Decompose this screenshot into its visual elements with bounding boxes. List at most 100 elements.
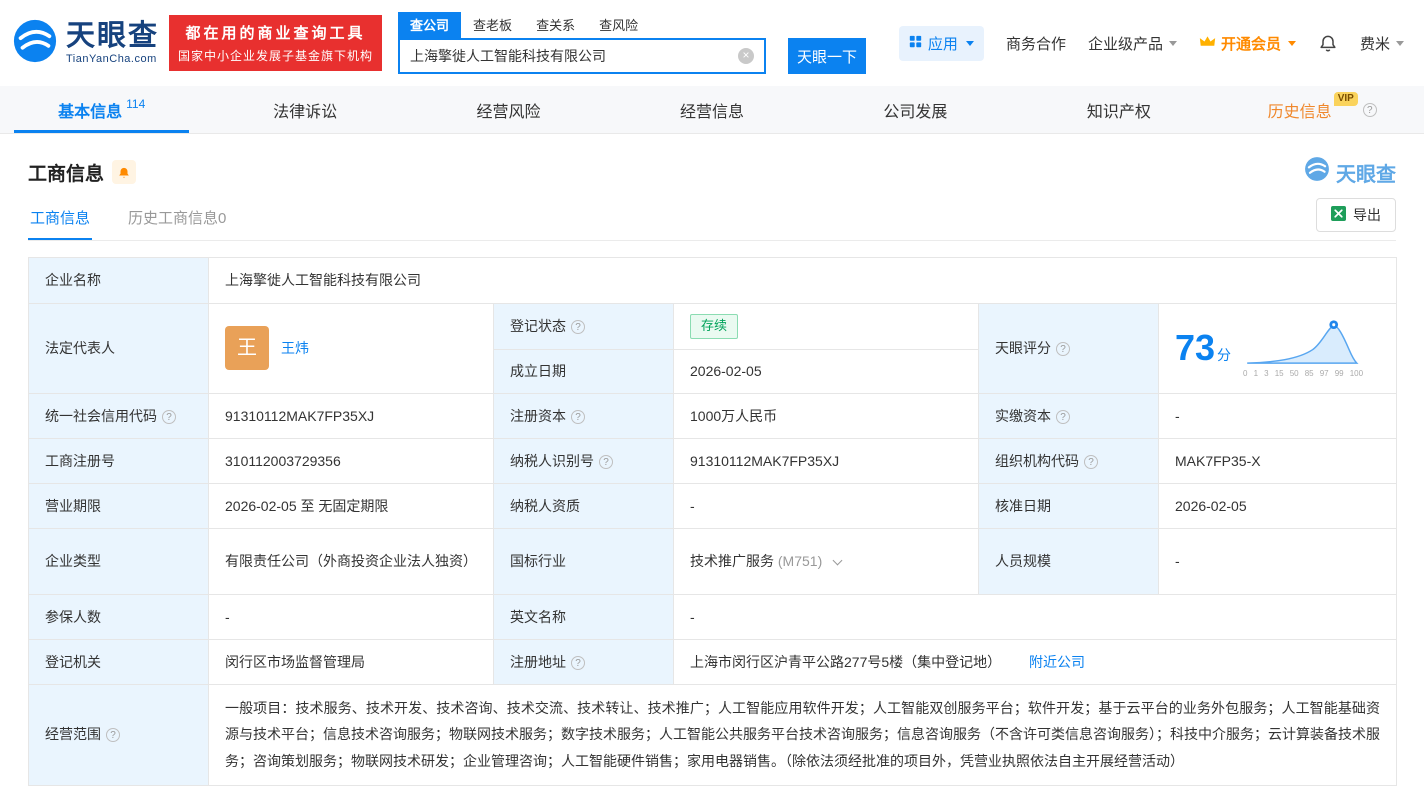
crown-icon bbox=[1199, 35, 1216, 52]
field-label-english-name: 英文名称 bbox=[493, 593, 674, 640]
field-label-registered-address: 注册地址? bbox=[493, 638, 674, 685]
export-button[interactable]: 导出 bbox=[1316, 198, 1396, 232]
company-type-value: 有限责任公司（外商投资企业法人独资） bbox=[225, 553, 477, 570]
export-label: 导出 bbox=[1353, 207, 1381, 223]
label-text: 组织机构代码 bbox=[995, 452, 1079, 469]
search-tab-boss[interactable]: 查老板 bbox=[461, 12, 524, 38]
field-value-approval-date: 2026-02-05 bbox=[1157, 482, 1398, 529]
help-icon[interactable]: ? bbox=[106, 728, 120, 743]
insured-count-value: - bbox=[225, 608, 230, 625]
user-menu[interactable]: 费米 bbox=[1360, 33, 1404, 54]
label-text: 实缴资本 bbox=[995, 407, 1051, 424]
score-axis-tick: 1 bbox=[1253, 368, 1259, 378]
legal-rep-avatar: 王 bbox=[225, 326, 269, 371]
field-value-legal-representative: 王 王炜 bbox=[208, 303, 494, 394]
help-icon[interactable]: ? bbox=[162, 409, 176, 424]
monitor-bell-icon[interactable] bbox=[112, 160, 137, 184]
help-icon[interactable]: ? bbox=[599, 454, 613, 469]
tianyancha-logo[interactable]: 天眼查 TianYanCha.com bbox=[12, 18, 159, 69]
legal-rep-name-link[interactable]: 王炜 bbox=[281, 337, 309, 359]
field-label-taxpayer-id: 纳税人识别号? bbox=[493, 437, 674, 484]
business-info-table: 企业名称 上海擎徙人工智能科技有限公司 法定代表人 王 王炜 登记状态? 存续 … bbox=[28, 257, 1398, 786]
section-title: 工商信息 bbox=[28, 163, 105, 185]
label-text: 成立日期 bbox=[510, 363, 566, 380]
help-icon[interactable]: ? bbox=[1056, 409, 1070, 424]
tianyancha-watermark-text: 天眼查 bbox=[1336, 163, 1396, 186]
user-name: 费米 bbox=[1359, 35, 1390, 53]
registration-authority-value: 闵行区市场监督管理局 bbox=[225, 653, 365, 670]
search-area: 查公司 查老板 查关系 查风险 × 天眼一下 bbox=[398, 12, 867, 74]
notifications-bell-icon[interactable] bbox=[1318, 32, 1338, 54]
clear-icon[interactable]: × bbox=[738, 48, 755, 64]
tab-history-info-label: 历史信息 bbox=[1267, 103, 1332, 121]
label-text: 工商注册号 bbox=[45, 452, 115, 469]
field-label-tianyan-score: 天眼评分? bbox=[978, 303, 1159, 394]
label-text: 法定代表人 bbox=[45, 340, 115, 357]
registered-capital-value: 1000万人民币 bbox=[690, 407, 778, 424]
label-text: 统一社会信用代码 bbox=[45, 407, 157, 424]
search-tab-risk[interactable]: 查风险 bbox=[587, 12, 650, 38]
enterprise-products-menu[interactable]: 企业级产品 bbox=[1088, 33, 1177, 54]
industry-value: 技术推广服务 bbox=[690, 553, 774, 570]
tab-history-info[interactable]: 历史信息 VIP ? bbox=[1221, 86, 1424, 133]
score-axis-tick: 3 bbox=[1264, 368, 1269, 378]
apps-menu-button[interactable]: 应用 bbox=[898, 25, 984, 61]
tab-operating-risk[interactable]: 经营风险 bbox=[407, 86, 610, 133]
company-nav-tabs: 基本信息 114 法律诉讼 经营风险 经营信息 公司发展 知识产权 历史信息 V… bbox=[0, 86, 1424, 134]
label-text: 国标行业 bbox=[510, 553, 566, 570]
registered-address-value: 上海市闵行区沪青平公路277号5楼（集中登记地） bbox=[690, 653, 1002, 670]
field-value-credit-code: 91310112MAK7FP35XJ bbox=[208, 392, 494, 439]
score-axis-tick: 97 bbox=[1319, 368, 1329, 378]
label-text: 登记机关 bbox=[45, 653, 101, 670]
field-label-industry: 国标行业 bbox=[493, 527, 674, 595]
field-label-company-type: 企业类型 bbox=[28, 527, 209, 595]
tab-operating-info-label: 经营信息 bbox=[679, 103, 744, 121]
apps-menu-label: 应用 bbox=[927, 35, 958, 53]
vip-upgrade-link[interactable]: 开通会员 bbox=[1199, 33, 1296, 54]
tab-basic-info[interactable]: 基本信息 114 bbox=[0, 86, 203, 133]
search-input[interactable] bbox=[400, 48, 765, 64]
field-label-taxpayer-quality: 纳税人资质 bbox=[493, 482, 674, 529]
subtab-history-count: 0 bbox=[218, 210, 227, 227]
help-icon[interactable]: ? bbox=[1362, 102, 1377, 117]
establish-date-value: 2026-02-05 bbox=[690, 363, 762, 380]
tab-operating-info[interactable]: 经营信息 bbox=[610, 86, 813, 133]
field-value-establish-date: 2026-02-05 bbox=[673, 348, 979, 394]
logo-text-en: TianYanCha.com bbox=[66, 52, 157, 65]
help-icon[interactable]: ? bbox=[571, 320, 585, 335]
field-value-tianyan-score: 73 分 0 1 3 15 50 85 97 99 100 bbox=[1157, 303, 1398, 394]
industry-code-value: (M751) bbox=[777, 553, 823, 570]
subtab-history-business-info[interactable]: 历史工商信息0 bbox=[126, 199, 228, 239]
chevron-down-icon bbox=[1287, 40, 1296, 46]
search-tabs: 查公司 查老板 查关系 查风险 bbox=[398, 12, 866, 38]
business-cooperation-link[interactable]: 商务合作 bbox=[1006, 33, 1066, 54]
help-icon[interactable]: ? bbox=[571, 409, 585, 424]
apps-grid-icon bbox=[909, 35, 922, 52]
chevron-down-icon[interactable] bbox=[832, 555, 843, 566]
field-label-registration-number: 工商注册号 bbox=[28, 437, 209, 484]
search-tab-relation[interactable]: 查关系 bbox=[524, 12, 587, 38]
vip-upgrade-label: 开通会员 bbox=[1220, 35, 1281, 53]
search-tab-company[interactable]: 查公司 bbox=[398, 12, 462, 38]
field-value-registered-address: 上海市闵行区沪青平公路277号5楼（集中登记地） 附近公司 bbox=[672, 638, 1398, 685]
search-button[interactable]: 天眼一下 bbox=[788, 38, 867, 74]
tab-basic-info-label: 基本信息 bbox=[58, 103, 123, 121]
english-name-value: - bbox=[690, 608, 695, 625]
help-icon[interactable]: ? bbox=[571, 655, 585, 670]
help-icon[interactable]: ? bbox=[1084, 454, 1098, 469]
tab-legal-proceedings[interactable]: 法律诉讼 bbox=[203, 86, 406, 133]
field-value-staff-size: - bbox=[1157, 527, 1398, 595]
tab-company-development[interactable]: 公司发展 bbox=[814, 86, 1017, 133]
label-text: 纳税人识别号 bbox=[510, 452, 594, 469]
field-value-english-name: - bbox=[672, 593, 1398, 640]
field-label-paid-capital: 实缴资本? bbox=[978, 392, 1159, 439]
field-value-registration-status: 存续 bbox=[673, 303, 979, 350]
registration-number-value: 310112003729356 bbox=[225, 452, 341, 469]
subtab-business-info[interactable]: 工商信息 bbox=[28, 199, 93, 240]
tab-intellectual-property[interactable]: 知识产权 bbox=[1017, 86, 1220, 133]
tianyancha-watermark-icon bbox=[1304, 156, 1330, 188]
search-input-wrap: × bbox=[398, 38, 767, 74]
business-term-value: 2026-02-05 至 无固定期限 bbox=[225, 497, 389, 514]
help-icon[interactable]: ? bbox=[1056, 342, 1070, 357]
nearby-companies-link[interactable]: 附近公司 bbox=[1029, 654, 1085, 670]
